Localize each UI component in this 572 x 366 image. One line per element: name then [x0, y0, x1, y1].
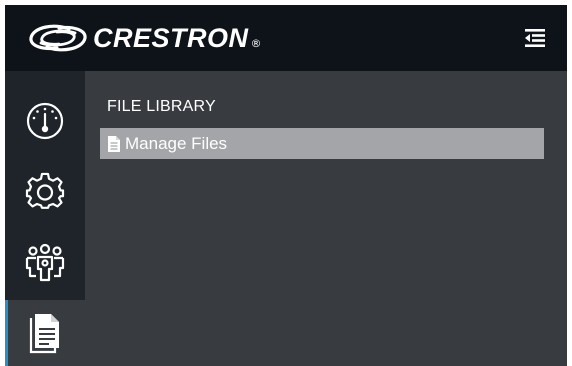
dashboard-gauge-icon: [26, 102, 64, 140]
users-group-icon: [25, 243, 65, 282]
main-content: FILE LIBRARY Manage Files: [85, 71, 567, 366]
manage-files-label: Manage Files: [125, 133, 228, 153]
top-header: CRESTRON ®: [5, 5, 567, 71]
sidebar-item-file-library[interactable]: [5, 300, 85, 366]
crestron-swirl-icon: [29, 24, 87, 52]
file-icon: [108, 135, 120, 152]
registered-mark: ®: [250, 36, 262, 50]
collapse-menu-button[interactable]: [524, 27, 546, 49]
collapse-menu-icon: [525, 29, 545, 47]
sidebar-item-dashboard[interactable]: [5, 88, 85, 154]
manage-files-item[interactable]: Manage Files: [100, 128, 544, 159]
brand-name: CRESTRON: [93, 23, 249, 53]
app-window: CRESTRON ® FILE LIBRARY Manage Files: [5, 5, 567, 366]
sidebar-item-settings[interactable]: [5, 159, 85, 225]
sidebar-nav: [5, 71, 85, 366]
sidebar-item-users[interactable]: [5, 230, 85, 296]
gear-icon: [25, 172, 65, 209]
page-title: FILE LIBRARY: [107, 98, 216, 115]
document-icon: [29, 314, 59, 354]
crestron-logo: CRESTRON ®: [25, 19, 262, 57]
